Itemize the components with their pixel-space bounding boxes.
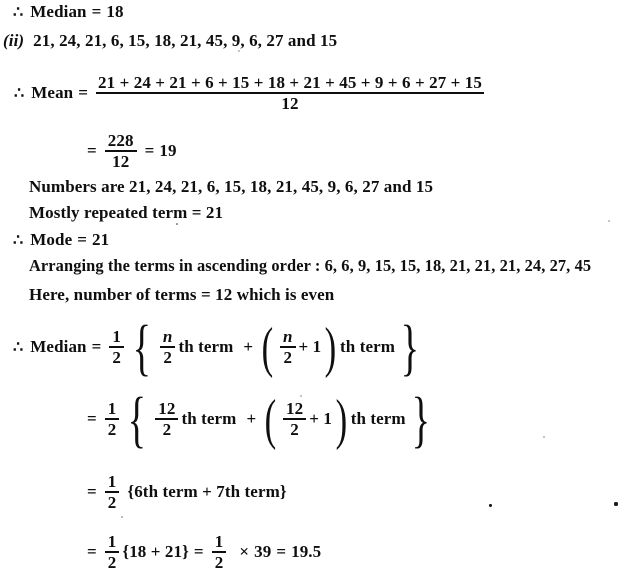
mean-value: 19 bbox=[159, 141, 177, 161]
numbers-are-text: Numbers are 21, 24, 21, 6, 15, 18, 21, 4… bbox=[29, 177, 434, 196]
denominator: 2 bbox=[107, 493, 117, 513]
equals-sign: = bbox=[276, 542, 287, 562]
mode-label: Mode bbox=[30, 230, 73, 249]
bracket-sum: {18 + 21} bbox=[122, 542, 189, 562]
numerator: 1 bbox=[107, 472, 117, 491]
mode-value: 21 bbox=[92, 230, 110, 249]
equals-sign: = bbox=[87, 409, 97, 429]
ascending-order-text: Arranging the terms in ascending order :… bbox=[29, 256, 592, 275]
line-number-of-terms: Here, number of terms = 12 which is even bbox=[29, 285, 334, 305]
scan-speck bbox=[608, 220, 610, 222]
line-mode-result: ∴ Mode = 21 bbox=[13, 230, 109, 250]
equals-sign: = bbox=[87, 542, 97, 562]
equals-sign: = bbox=[78, 83, 89, 103]
denominator: 2 bbox=[290, 420, 299, 440]
equals-sign: = bbox=[91, 337, 102, 357]
scan-speck bbox=[489, 504, 492, 507]
line-median-final: = 1 2 {18 + 21} = 1 2 × 39 = 19.5 bbox=[82, 533, 321, 572]
numerator: 1 bbox=[107, 399, 117, 418]
denominator: 12 bbox=[112, 152, 130, 172]
line-mean-result: = 228 12 = 19 bbox=[82, 132, 177, 171]
times-value: 39 bbox=[254, 542, 272, 562]
numerator: 12 bbox=[158, 399, 176, 418]
scan-speck bbox=[176, 223, 178, 225]
numerator: 1 bbox=[107, 532, 117, 551]
denominator: 2 bbox=[283, 348, 293, 368]
equals-sign: = bbox=[77, 230, 88, 249]
numerator: 12 bbox=[286, 399, 304, 418]
median-final-value: 19.5 bbox=[291, 542, 322, 562]
document-page: ∴ Median = 18 (ii) 21, 24, 21, 6, 15, 18… bbox=[0, 0, 632, 581]
term1-suffix: th term bbox=[178, 337, 234, 357]
scan-speck bbox=[238, 50, 240, 52]
line-median-general-formula: ∴ Median = 1 2 { n 2 th term + ( n 2 + 1… bbox=[13, 314, 420, 383]
one-half-fraction: 1 2 bbox=[104, 472, 120, 513]
line-part-ii-data: (ii) 21, 24, 21, 6, 15, 18, 21, 45, 9, 6… bbox=[3, 31, 337, 51]
n-over-2-fraction: n 2 bbox=[159, 327, 176, 368]
plus-sign: + bbox=[243, 337, 254, 357]
mean-denominator: 12 bbox=[281, 94, 299, 114]
line-median-terms: = 1 2 {6th term + 7th term} bbox=[82, 473, 287, 512]
line-median-result-prev: ∴ Median = 18 bbox=[13, 2, 124, 22]
one-half-fraction: 1 2 bbox=[104, 532, 120, 573]
numerator: 1 bbox=[112, 327, 122, 346]
mean-label: Mean bbox=[31, 83, 74, 103]
denominator: 2 bbox=[112, 348, 122, 368]
term1-suffix: th term bbox=[181, 409, 237, 429]
equals-sign: = bbox=[193, 542, 204, 562]
n-over-2-fraction-2: n 2 bbox=[279, 327, 296, 368]
scan-speck bbox=[614, 502, 618, 506]
one-half-fraction: 1 2 bbox=[104, 399, 120, 440]
numerator: 1 bbox=[214, 532, 224, 551]
line-mostly-repeated: Mostly repeated term = 21 bbox=[29, 203, 223, 223]
therefore-icon: ∴ bbox=[13, 232, 24, 249]
line-ascending-order: Arranging the terms in ascending order :… bbox=[29, 256, 591, 276]
numerator: n bbox=[282, 327, 293, 346]
median-terms-text: {6th term + 7th term} bbox=[127, 482, 287, 502]
equals-sign: = bbox=[87, 141, 97, 161]
denominator: 2 bbox=[163, 348, 172, 368]
number-of-terms-text: Here, number of terms = 12 which is even bbox=[29, 285, 335, 304]
median-value: 18 bbox=[106, 2, 124, 21]
median-label: Median bbox=[30, 2, 87, 21]
line-mean-formula: ∴ Mean = 21 + 24 + 21 + 6 + 15 + 18 + 21… bbox=[14, 74, 487, 113]
numerator: 228 bbox=[107, 131, 134, 150]
denominator: 2 bbox=[162, 420, 172, 440]
data-list: 21, 24, 21, 6, 15, 18, 21, 45, 9, 6, 27 … bbox=[33, 31, 338, 50]
mostly-repeated-text: Mostly repeated term = 21 bbox=[29, 203, 224, 222]
equals-sign: = bbox=[87, 482, 97, 502]
mean-result-fraction: 228 12 bbox=[104, 131, 137, 172]
therefore-icon: ∴ bbox=[14, 85, 25, 103]
term2-add: + 1 bbox=[309, 409, 332, 429]
denominator: 2 bbox=[107, 553, 117, 573]
scan-speck bbox=[300, 395, 302, 397]
line-numbers-are: Numbers are 21, 24, 21, 6, 15, 18, 21, 4… bbox=[29, 177, 433, 197]
equals-sign: = bbox=[91, 2, 102, 21]
therefore-icon: ∴ bbox=[13, 339, 24, 357]
term2-suffix: th term bbox=[350, 409, 406, 429]
part-marker: (ii) bbox=[3, 31, 25, 50]
one-half-fraction-2: 1 2 bbox=[211, 532, 227, 573]
scan-speck bbox=[121, 516, 123, 518]
mean-numerator: 21 + 24 + 21 + 6 + 15 + 18 + 21 + 45 + 9… bbox=[98, 73, 482, 92]
one-half-fraction: 1 2 bbox=[109, 327, 125, 368]
line-median-substituted: = 1 2 { 12 2 th term + ( 12 2 + 1 ) th t… bbox=[87, 386, 430, 455]
denominator: 2 bbox=[107, 420, 117, 440]
term2-suffix: th term bbox=[340, 337, 396, 357]
plus-sign: + bbox=[246, 409, 257, 429]
equals-sign: = bbox=[144, 141, 155, 161]
therefore-icon: ∴ bbox=[13, 4, 24, 21]
numerator: n bbox=[162, 327, 173, 346]
denominator: 2 bbox=[214, 553, 224, 573]
twelve-over-2-fraction: 12 2 bbox=[155, 399, 179, 440]
mean-fraction: 21 + 24 + 21 + 6 + 15 + 18 + 21 + 45 + 9… bbox=[96, 74, 484, 113]
scan-speck bbox=[543, 436, 545, 438]
times-sign: × bbox=[239, 542, 250, 562]
twelve-over-2-fraction-2: 12 2 bbox=[283, 399, 307, 440]
median-label: Median bbox=[30, 337, 87, 357]
term2-add: + 1 bbox=[298, 337, 322, 357]
